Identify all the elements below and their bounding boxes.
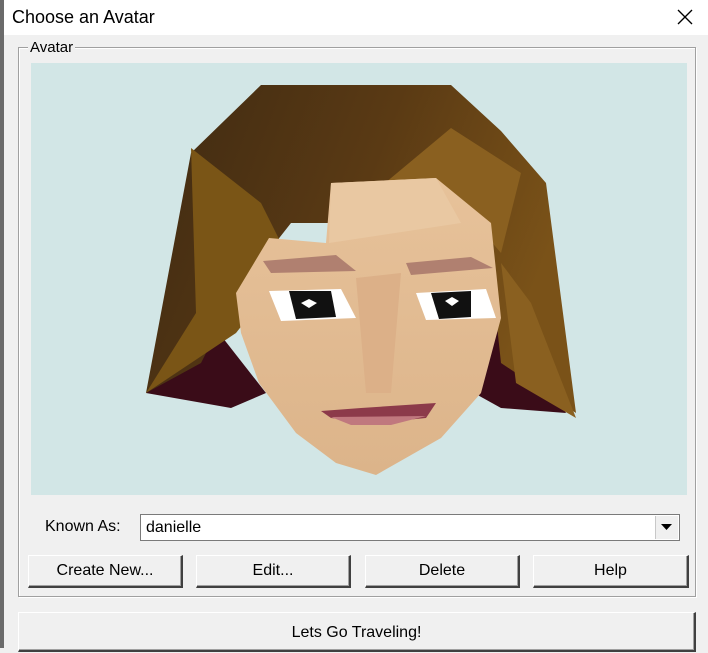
known-as-label: Known As: — [45, 518, 121, 535]
help-button[interactable]: Help — [533, 555, 689, 588]
edit-button[interactable]: Edit... — [196, 555, 351, 588]
create-new-button[interactable]: Create New... — [28, 555, 183, 588]
delete-button[interactable]: Delete — [365, 555, 520, 588]
chevron-down-icon — [661, 524, 672, 530]
window-left-edge — [0, 0, 4, 648]
known-as-value: danielle — [146, 519, 202, 536]
dropdown-button[interactable] — [655, 516, 678, 539]
known-as-dropdown[interactable]: danielle — [140, 514, 680, 541]
close-icon — [677, 9, 693, 25]
avatar-face-image — [146, 85, 576, 475]
close-button[interactable] — [662, 0, 708, 35]
lets-go-traveling-button[interactable]: Lets Go Traveling! — [18, 612, 696, 652]
avatar-group-label: Avatar — [28, 39, 76, 56]
window-title: Choose an Avatar — [12, 7, 155, 27]
title-bar: Choose an Avatar — [4, 0, 708, 35]
avatar-preview — [31, 63, 687, 495]
